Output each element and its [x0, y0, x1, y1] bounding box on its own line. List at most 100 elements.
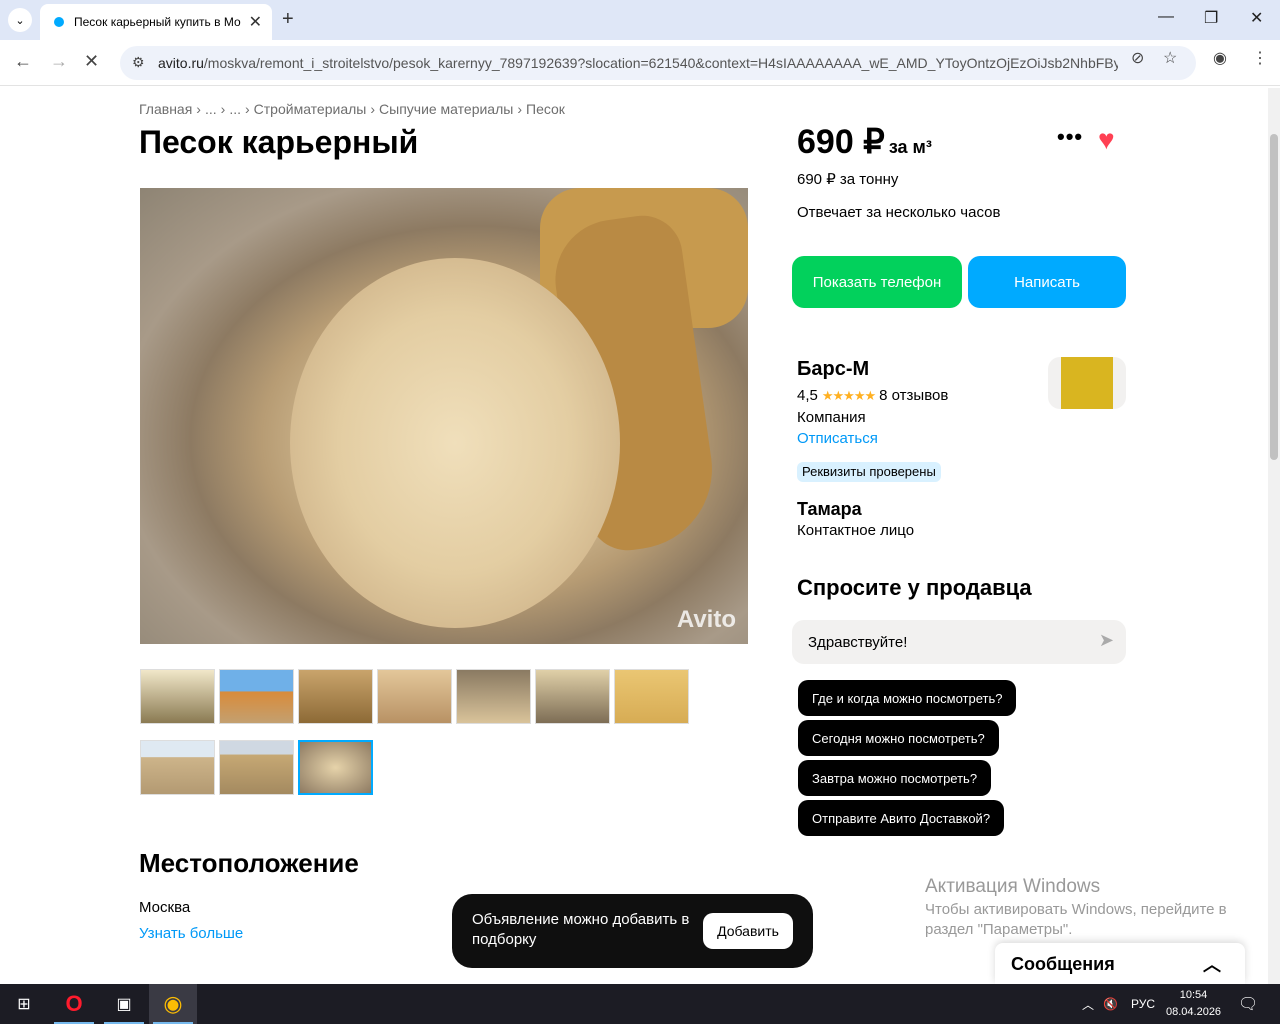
chevron-up-icon[interactable]: ︿ [1082, 984, 1094, 1024]
avito-watermark: Avito [676, 606, 736, 633]
seller-logo [1061, 357, 1113, 409]
url-host: avito.ru [158, 55, 204, 71]
breadcrumb-item[interactable]: ... [229, 101, 241, 117]
rating-stars-icon: ★★★★★ [821, 387, 876, 403]
browser-tab[interactable]: Песок карьерный купить в Мо ✕ [40, 4, 272, 40]
tab-bar: ⌄ Песок карьерный купить в Мо ✕ + — ❐ ✕ [0, 0, 1280, 40]
app-button[interactable]: ▣ [100, 984, 148, 1024]
photo-thumbnail[interactable] [298, 669, 373, 724]
breadcrumb: Главная › ... › ... › Стройматериалы › С… [139, 101, 565, 117]
photo-thumbnail[interactable] [456, 669, 531, 724]
location-city: Москва [139, 899, 191, 916]
close-icon[interactable]: ✕ [249, 12, 262, 32]
app-icon: ▣ [116, 996, 132, 1013]
minimize-button[interactable]: — [1158, 8, 1174, 26]
chevron-down-icon: ⌄ [15, 14, 25, 27]
windows-icon: ⊞ [17, 996, 31, 1013]
site-info-icon[interactable]: ⚙ [132, 54, 145, 71]
address-bar-row: ← → ✕ ⚙ avito.ru/moskva/remont_i_stroite… [0, 40, 1280, 86]
seller-logo-box[interactable] [1048, 357, 1126, 409]
verified-badge[interactable]: Реквизиты проверены [797, 462, 941, 482]
tab-search-button[interactable]: ⌄ [8, 8, 32, 32]
breadcrumb-sep: › [517, 101, 522, 117]
url-field[interactable]: ⚙ avito.ru/moskva/remont_i_stroitelstvo/… [120, 46, 1196, 80]
volume-icon[interactable]: 🔇 [1103, 984, 1118, 1024]
photo-thumbnail[interactable] [219, 669, 294, 724]
question-chip[interactable]: Где и когда можно посмотреть? [798, 680, 1017, 716]
breadcrumb-item[interactable]: Сыпучие материалы [379, 101, 513, 117]
photo-thumbnail[interactable] [140, 669, 215, 724]
reviews-count: 8 отзывов [879, 387, 949, 404]
stop-button[interactable]: ✕ [84, 51, 99, 72]
star-icon[interactable]: ☆ [1163, 48, 1177, 68]
clock[interactable]: 10:54 08.04.2026 [1166, 987, 1221, 1021]
forward-button[interactable]: → [50, 51, 68, 72]
alt-price: 690 ₽ за тонну [797, 171, 899, 188]
clock-date: 08.04.2026 [1166, 1006, 1222, 1018]
breadcrumb-item[interactable]: Стройматериалы [254, 101, 367, 117]
contact-name: Тамара [797, 499, 862, 519]
menu-icon[interactable]: ⋮ [1252, 48, 1268, 68]
windows-activation-title: Активация Windows [925, 876, 1101, 897]
unsubscribe-link[interactable]: Отписаться [797, 430, 878, 447]
question-chip[interactable]: Завтра можно посмотреть? [798, 760, 992, 796]
scrollbar[interactable] [1268, 88, 1280, 984]
windows-activation-text: Чтобы активировать Windows, перейдите в … [925, 901, 1227, 938]
profile-icon[interactable]: ◉ [1213, 48, 1227, 68]
reply-time: Отвечает за несколько часов [797, 204, 1001, 221]
start-button[interactable]: ⊞ [0, 984, 48, 1024]
add-button[interactable]: Добавить [703, 913, 793, 949]
breadcrumb-item[interactable]: Песок [526, 101, 565, 117]
seller-type: Компания [797, 409, 866, 426]
price-unit: за м³ [888, 137, 932, 157]
price: 690 ₽ за м³ [797, 122, 932, 162]
restore-button[interactable]: ❐ [1204, 8, 1218, 28]
messages-panel[interactable]: Сообщения ︿ [995, 943, 1245, 984]
new-tab-button[interactable]: + [282, 8, 294, 31]
notifications-icon[interactable]: 🗨 [1238, 984, 1258, 1024]
breadcrumb-sep: › [370, 101, 376, 117]
breadcrumb-sep: › [196, 101, 201, 117]
back-button[interactable]: ← [14, 51, 32, 72]
heart-icon[interactable]: ♥ [1098, 124, 1115, 156]
breadcrumb-sep: › [220, 101, 226, 117]
send-icon[interactable]: ➤ [1099, 630, 1114, 651]
photo-thumbnail[interactable] [377, 669, 452, 724]
favicon-icon [54, 17, 64, 27]
write-button[interactable]: Написать [968, 256, 1126, 308]
more-icon[interactable]: ••• [1057, 124, 1083, 150]
seller-name[interactable]: Барс-М [797, 358, 869, 381]
tracking-off-icon[interactable]: ⊘ [1131, 48, 1144, 68]
breadcrumb-item[interactable]: ... [205, 101, 217, 117]
contact-role: Контактное лицо [797, 522, 915, 539]
show-phone-button[interactable]: Показать телефон [792, 256, 962, 308]
breadcrumb-item[interactable]: Главная [139, 101, 192, 117]
photo-thumbnail[interactable] [535, 669, 610, 724]
ask-seller-heading: Спросите у продавца [797, 575, 1032, 600]
main-photo[interactable]: Avito [140, 188, 748, 644]
seller-rating[interactable]: 4,5 ★★★★★ 8 отзывов [797, 387, 948, 404]
message-input[interactable]: Здравствуйте! ➤ [792, 620, 1126, 664]
breadcrumb-sep: › [244, 101, 250, 117]
toast-text: Объявление можно добавить в подборку [472, 911, 690, 948]
chrome-button[interactable]: ◉ [149, 984, 197, 1024]
chrome-icon: ◉ [163, 991, 183, 1016]
photo-thumbnail[interactable] [614, 669, 689, 724]
scrollbar-thumb[interactable] [1270, 134, 1278, 460]
opera-button[interactable]: O [50, 984, 98, 1024]
add-to-collection-toast: Объявление можно добавить в подборку Доб… [452, 894, 813, 968]
question-chip[interactable]: Отправите Авито Доставкой? [798, 800, 1005, 836]
learn-more-link[interactable]: Узнать больше [139, 925, 243, 942]
chevron-up-icon[interactable]: ︿ [1203, 951, 1221, 977]
photo-thumbnail[interactable] [219, 740, 294, 795]
photo-thumbnail[interactable] [140, 740, 215, 795]
photo-thumbnail-selected[interactable] [298, 740, 373, 795]
language-indicator[interactable]: РУС [1131, 984, 1155, 1024]
location-heading: Местоположение [139, 848, 359, 878]
opera-icon: O [65, 991, 83, 1016]
page-title: Песок карьерный [139, 124, 419, 160]
question-chip[interactable]: Сегодня можно посмотреть? [798, 720, 999, 756]
close-window-button[interactable]: ✕ [1250, 8, 1263, 28]
rating-value: 4,5 [797, 387, 818, 404]
tab-title: Песок карьерный купить в Мо [74, 15, 241, 29]
